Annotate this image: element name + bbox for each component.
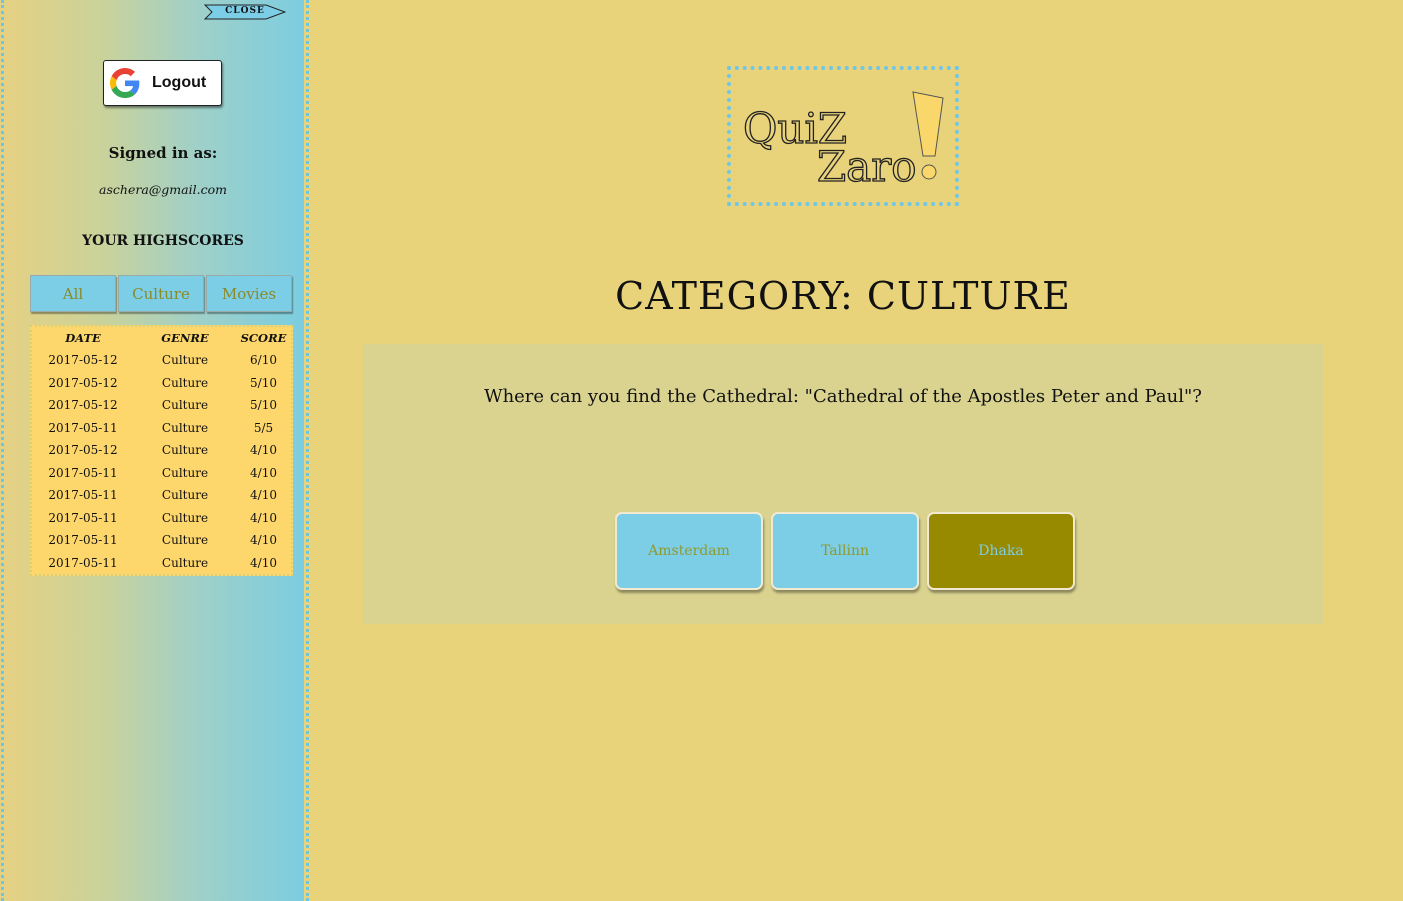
main-content: QuiZ Zaro CATEGORY: CULTURE Where can yo… <box>310 0 1403 901</box>
logout-label: Logout <box>152 74 207 91</box>
table-header-row: DATE GENRE SCORE <box>32 327 291 349</box>
genre-cell: Culture <box>161 353 209 368</box>
genre-cell: Culture <box>161 533 209 548</box>
table-row: 2017-05-11 Culture 4/10 <box>32 484 291 507</box>
user-email: aschera@gmail.com <box>99 182 227 197</box>
answer-options: Amsterdam Tallinn Dhaka <box>615 512 1075 590</box>
genre-cell: Culture <box>161 555 209 570</box>
genre-cell: Culture <box>161 443 209 458</box>
score-cell: 5/10 <box>250 375 277 390</box>
table-row: 2017-05-12 Culture 5/10 <box>32 394 291 417</box>
google-g-icon <box>110 68 140 98</box>
date-cell: 2017-05-12 <box>48 375 118 390</box>
score-cell: 6/10 <box>250 353 277 368</box>
table-row: 2017-05-12 Culture 6/10 <box>32 349 291 372</box>
date-cell: 2017-05-12 <box>48 353 118 368</box>
date-cell: 2017-05-11 <box>48 420 118 435</box>
genre-cell: Culture <box>161 510 209 525</box>
score-cell: 4/10 <box>250 555 277 570</box>
genre-cell: Culture <box>161 465 209 480</box>
column-header-genre: GENRE <box>161 331 209 345</box>
table-row: 2017-05-12 Culture 5/10 <box>32 372 291 395</box>
score-cell: 4/10 <box>250 465 277 480</box>
filter-culture-button[interactable]: Culture <box>118 275 204 312</box>
question-text: Where can you find the Cathedral: "Cathe… <box>484 386 1202 407</box>
column-header-date: DATE <box>65 331 101 345</box>
date-cell: 2017-05-12 <box>48 398 118 413</box>
highscores-title: YOUR HIGHSCORES <box>82 233 244 249</box>
genre-cell: Culture <box>161 488 209 503</box>
category-title: CATEGORY: CULTURE <box>615 274 1071 318</box>
score-cell: 4/10 <box>250 533 277 548</box>
date-cell: 2017-05-11 <box>48 465 118 480</box>
exclamation-mark-icon <box>912 91 944 180</box>
table-row: 2017-05-11 Culture 4/10 <box>32 462 291 485</box>
date-cell: 2017-05-11 <box>48 488 118 503</box>
date-cell: 2017-05-11 <box>48 510 118 525</box>
logo-line-2: Zaro <box>816 142 917 191</box>
table-row: 2017-05-11 Culture 4/10 <box>32 507 291 530</box>
answer-button-amsterdam[interactable]: Amsterdam <box>615 512 763 590</box>
close-label: CLOSE <box>225 6 265 16</box>
answer-button-tallinn[interactable]: Tallinn <box>771 512 919 590</box>
score-cell: 4/10 <box>250 488 277 503</box>
score-cell: 5/5 <box>253 420 274 435</box>
genre-cell: Culture <box>161 398 209 413</box>
highscore-filter-tabs: All Culture Movies <box>30 275 292 312</box>
answer-button-dhaka[interactable]: Dhaka <box>927 512 1075 590</box>
sidebar: CLOSE Logout Signed in as: aschera@gmail… <box>0 0 309 901</box>
signed-in-label: Signed in as: <box>108 144 218 162</box>
table-row: 2017-05-11 Culture 5/5 <box>32 417 291 440</box>
score-cell: 5/10 <box>250 398 277 413</box>
genre-cell: Culture <box>161 420 209 435</box>
score-cell: 4/10 <box>250 443 277 458</box>
close-sidebar-button[interactable]: CLOSE <box>204 3 286 21</box>
filter-movies-button[interactable]: Movies <box>206 275 292 312</box>
filter-all-button[interactable]: All <box>30 275 116 312</box>
table-row: 2017-05-11 Culture 4/10 <box>32 552 291 575</box>
table-row: 2017-05-11 Culture 4/10 <box>32 529 291 552</box>
question-panel: Where can you find the Cathedral: "Cathe… <box>363 344 1323 624</box>
date-cell: 2017-05-12 <box>48 443 118 458</box>
genre-cell: Culture <box>161 375 209 390</box>
google-logout-button[interactable]: Logout <box>103 60 222 106</box>
date-cell: 2017-05-11 <box>48 533 118 548</box>
table-row: 2017-05-12 Culture 4/10 <box>32 439 291 462</box>
date-cell: 2017-05-11 <box>48 555 118 570</box>
quizzaro-logo: QuiZ Zaro <box>727 66 959 206</box>
score-cell: 4/10 <box>250 510 277 525</box>
column-header-score: SCORE <box>240 331 287 345</box>
highscores-table: DATE GENRE SCORE 2017-05-12 Culture 6/10… <box>30 325 293 576</box>
